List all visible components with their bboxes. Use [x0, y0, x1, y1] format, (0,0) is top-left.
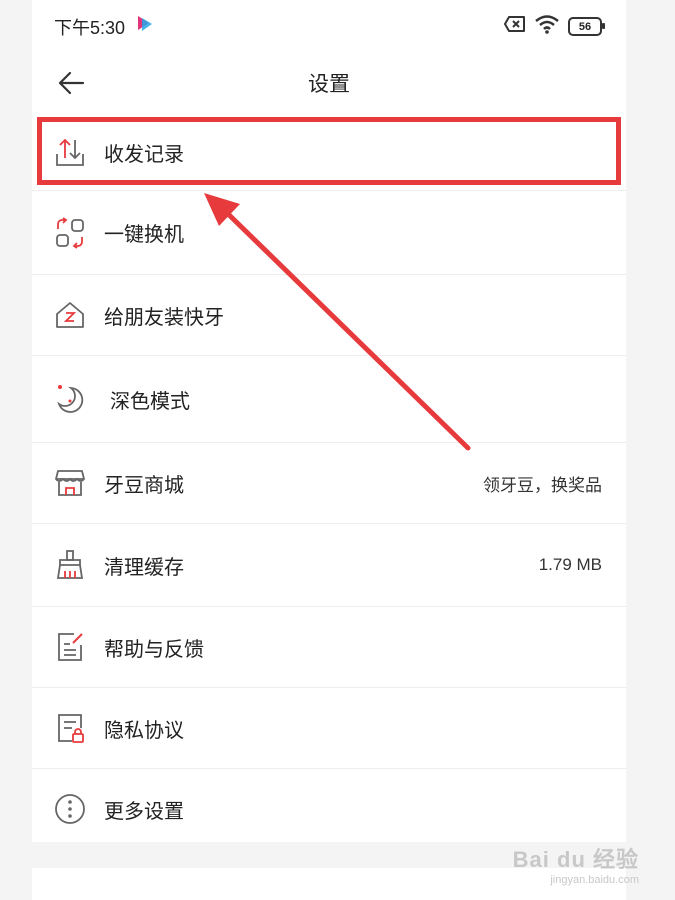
menu-item-label: 深色模式 [110, 390, 190, 413]
menu-item-clear-cache[interactable]: 清理缓存 1.79 MB [32, 524, 626, 607]
watermark-main: Bai du 经验 [512, 847, 639, 872]
menu-item-label: 牙豆商城 [104, 474, 184, 497]
menu-item-bean-store[interactable]: 牙豆商城 领牙豆，换奖品 [32, 443, 626, 524]
status-time: 下午5:30 [54, 18, 126, 38]
menu-item-label: 给朋友装快牙 [104, 306, 224, 329]
home-z-icon [52, 297, 88, 333]
menu-item-dark-mode[interactable]: 深色模式 [32, 356, 626, 443]
more-dots-icon [52, 791, 88, 827]
status-icons: 56 [504, 14, 605, 39]
page-title: 设置 [308, 73, 350, 96]
nav-bar: 设置 [32, 50, 626, 114]
menu-item-label: 清理缓存 [104, 556, 184, 579]
status-bar: 下午5:30 56 [32, 0, 626, 50]
store-icon [52, 465, 88, 501]
menu-item-more-settings[interactable]: 更多设置 [32, 769, 626, 849]
menu-item-label: 隐私协议 [104, 719, 184, 742]
menu-item-help-feedback[interactable]: 帮助与反馈 [32, 607, 626, 688]
broom-icon [52, 547, 88, 583]
settings-menu: 收发记录 一键换机 给朋友装快牙 深色模式 牙豆商城 领牙豆，换奖品 清理缓存 … [32, 114, 626, 849]
watermark: Bai du 经验 jingyan.baidu.com [513, 842, 639, 886]
battery-indicator: 56 [568, 17, 605, 36]
moon-icon [52, 381, 88, 417]
highlight-box [37, 117, 621, 185]
app-notification-icon [135, 14, 157, 39]
menu-item-privacy-policy[interactable]: 隐私协议 [32, 688, 626, 769]
sim-off-icon [504, 15, 526, 38]
privacy-doc-icon [52, 710, 88, 746]
menu-item-value: 领牙豆，换奖品 [483, 475, 602, 495]
menu-item-label: 更多设置 [104, 800, 184, 823]
menu-item-label: 帮助与反馈 [104, 638, 204, 661]
menu-item-install-for-friend[interactable]: 给朋友装快牙 [32, 275, 626, 356]
menu-item-label: 一键换机 [104, 224, 184, 246]
watermark-sub: jingyan.baidu.com [550, 874, 639, 886]
wifi-icon [534, 14, 560, 39]
menu-item-phone-switch[interactable]: 一键换机 [32, 191, 626, 275]
phone-switch-icon [52, 215, 88, 251]
menu-item-value: 1.79 MB [538, 555, 602, 574]
feedback-doc-icon [52, 629, 88, 665]
